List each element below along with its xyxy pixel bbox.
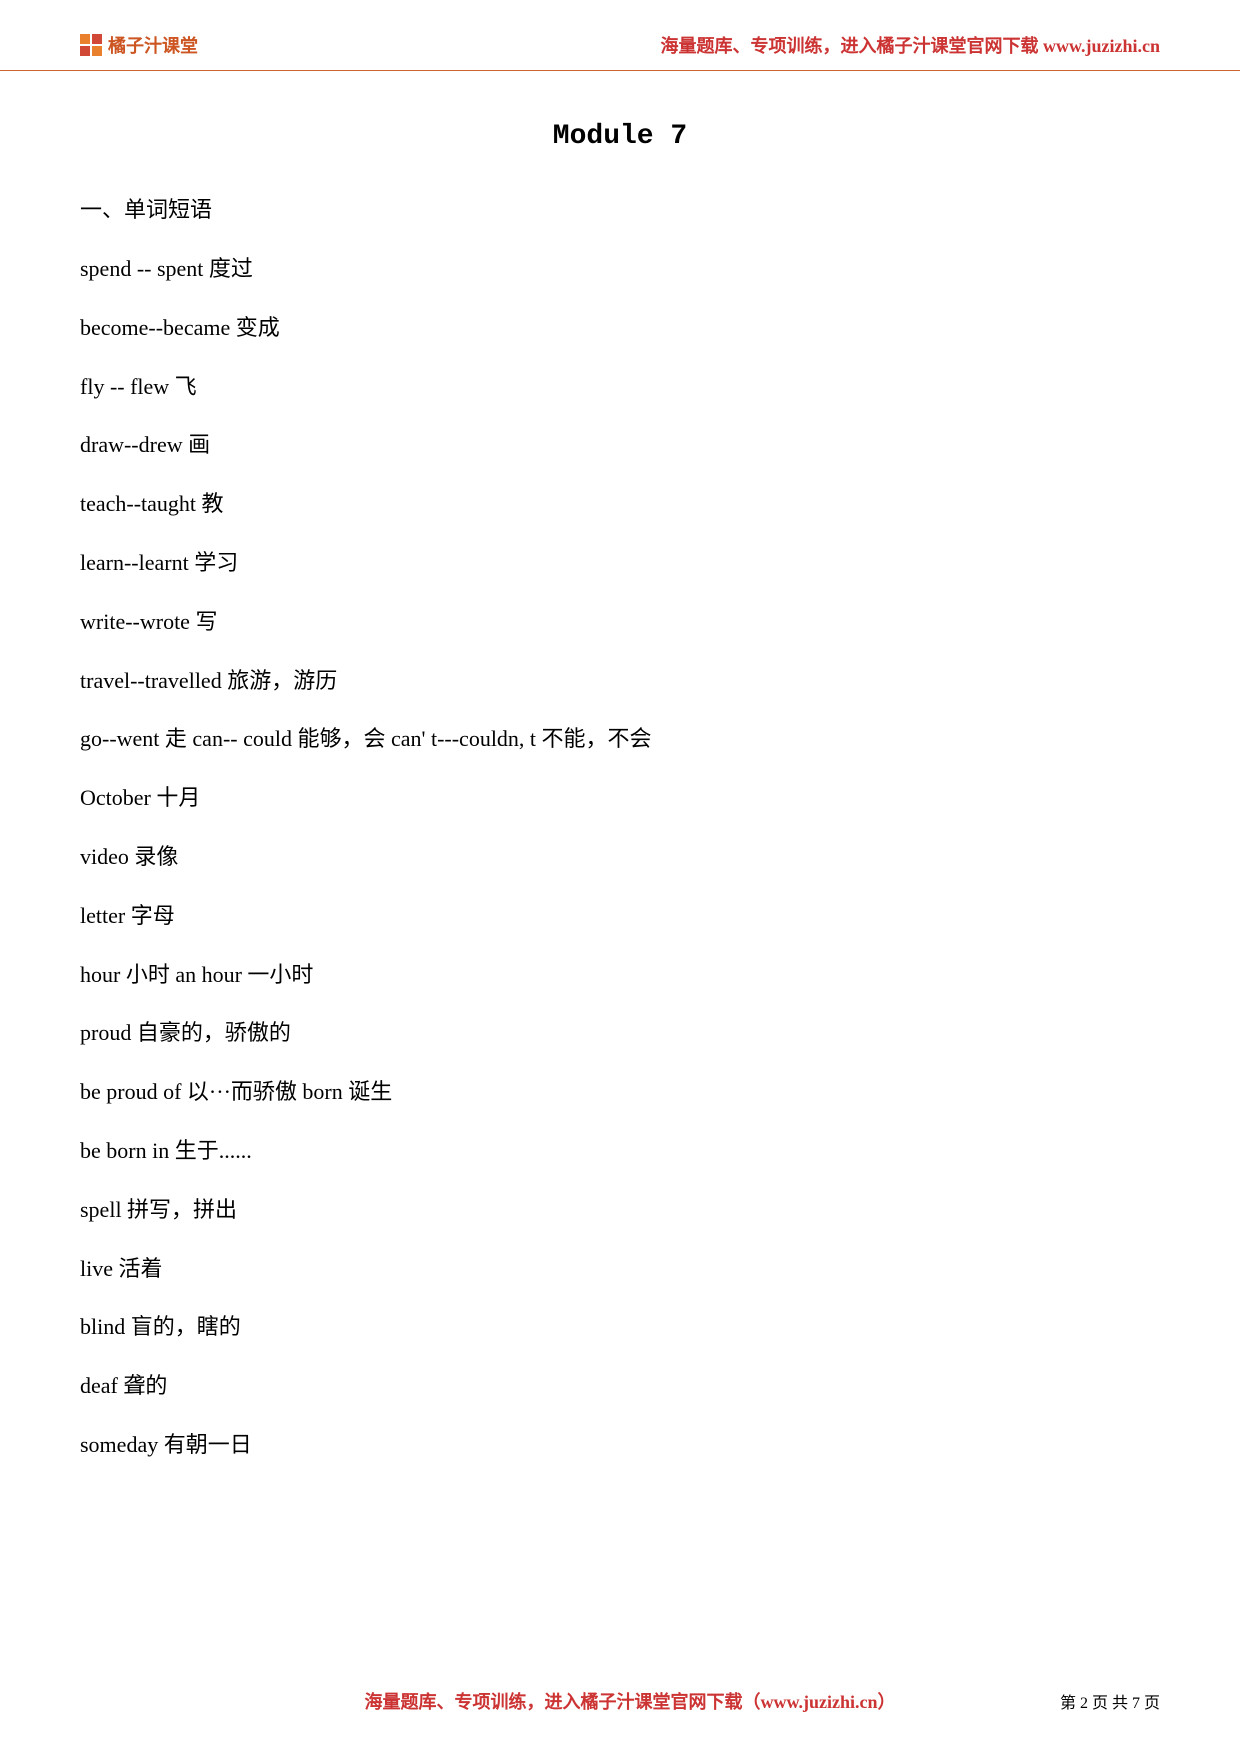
content-line: spend -- spent 度过 (0, 254, 1240, 285)
content-line: be born in 生于...... (0, 1136, 1240, 1167)
content-line: become--became 变成 (0, 313, 1240, 344)
content-line: live 活着 (0, 1254, 1240, 1285)
content-line: draw--drew 画 (0, 430, 1240, 461)
content-line: be proud of 以···而骄傲 born 诞生 (0, 1077, 1240, 1108)
content-line: blind 盲的，瞎的 (0, 1312, 1240, 1343)
content-line: spell 拼写，拼出 (0, 1195, 1240, 1226)
section-heading: 一、单词短语 (0, 192, 1240, 224)
content-line: fly -- flew 飞 (0, 372, 1240, 403)
logo-area: 橘子汁课堂 (80, 32, 198, 58)
content-line: letter 字母 (0, 901, 1240, 932)
header-tagline: 海量题库、专项训练，进入橘子汁课堂官网下载 www.juzizhi.cn (661, 32, 1161, 58)
page-title: Module 7 (0, 121, 1240, 152)
content-line: learn--learnt 学习 (0, 548, 1240, 579)
content-line: teach--taught 教 (0, 489, 1240, 520)
logo-icon (80, 34, 102, 56)
content-line: someday 有朝一日 (0, 1430, 1240, 1461)
logo-text: 橘子汁课堂 (108, 32, 198, 58)
content-line: hour 小时 an hour 一小时 (0, 960, 1240, 991)
content-line: video 录像 (0, 842, 1240, 873)
content-line: go--went 走 can-- could 能够，会 can' t---cou… (0, 724, 1240, 755)
footer-tagline: 海量题库、专项训练，进入橘子汁课堂官网下载（www.juzizhi.cn） (80, 1688, 1060, 1714)
content-line: October 十月 (0, 783, 1240, 814)
content-line: deaf 聋的 (0, 1371, 1240, 1402)
page-header: 橘子汁课堂 海量题库、专项训练，进入橘子汁课堂官网下载 www.juzizhi.… (0, 0, 1240, 71)
content-line: proud 自豪的，骄傲的 (0, 1018, 1240, 1049)
page-footer: 海量题库、专项训练，进入橘子汁课堂官网下载（www.juzizhi.cn） 第 … (0, 1688, 1240, 1714)
footer-page-info: 第 2 页 共 7 页 (1060, 1689, 1160, 1713)
content-line: travel--travelled 旅游，游历 (0, 666, 1240, 697)
content-body: spend -- spent 度过 become--became 变成 fly --… (0, 254, 1240, 1461)
content-line: write--wrote 写 (0, 607, 1240, 638)
